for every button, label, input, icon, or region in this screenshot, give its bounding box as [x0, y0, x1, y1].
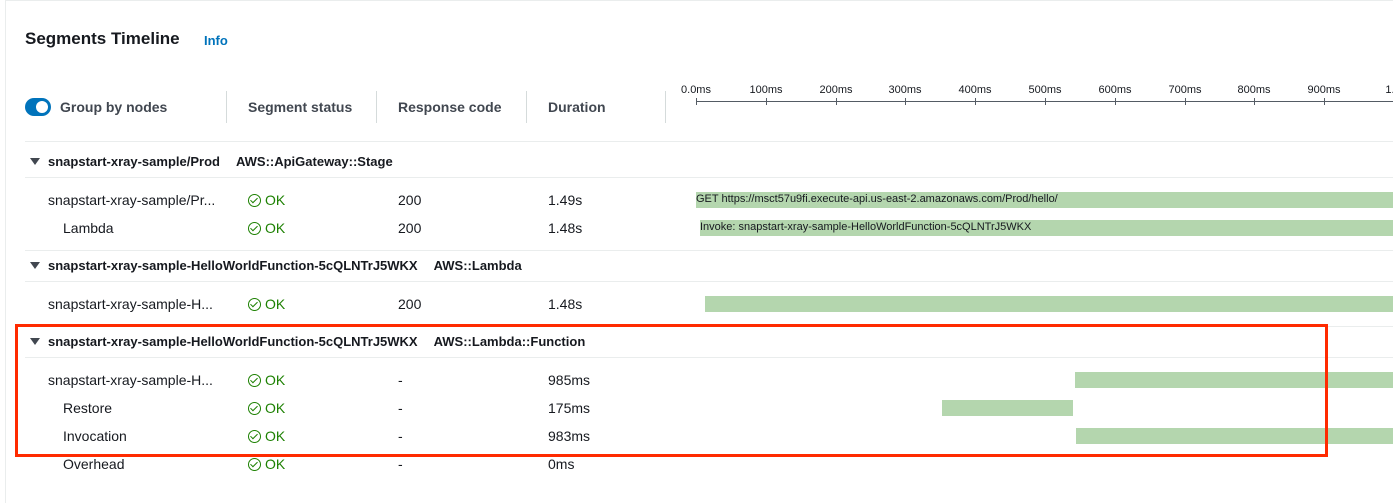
axis-tick	[836, 98, 837, 105]
axis-tick-label: 0.0ms	[681, 84, 711, 96]
segment-name[interactable]: Overhead	[63, 456, 124, 472]
status-text: OK	[265, 192, 286, 208]
axis-tick	[696, 98, 697, 105]
segment-status-header[interactable]: Segment status	[248, 99, 352, 115]
group-by-nodes-label: Group by nodes	[60, 99, 168, 115]
check-circle-icon	[248, 297, 261, 311]
timeline-bar[interactable]	[705, 296, 1393, 312]
toggle-knob	[36, 101, 48, 113]
axis-tick	[766, 98, 767, 105]
row-divider	[25, 281, 1393, 282]
segment-name[interactable]: snapstart-xray-sample/Pr...	[48, 192, 215, 208]
duration-header[interactable]: Duration	[548, 99, 606, 115]
group-type: AWS::Lambda	[433, 258, 522, 273]
axis-tick-label: 600ms	[1098, 84, 1132, 96]
column-divider	[226, 91, 227, 123]
axis-tick	[1045, 98, 1046, 105]
axis-tick	[1185, 98, 1186, 105]
group-header-api-gateway[interactable]: snapstart-xray-sample/Prod AWS::ApiGatewa…	[30, 154, 393, 169]
info-link[interactable]: Info	[204, 33, 228, 48]
check-circle-icon	[248, 457, 261, 471]
axis-tick-label: 700ms	[1168, 84, 1202, 96]
status-text: OK	[265, 220, 286, 236]
axis-tick-label: 400ms	[958, 84, 992, 96]
group-by-nodes-toggle[interactable]	[25, 98, 51, 116]
group-header-lambda[interactable]: snapstart-xray-sample-HelloWorldFunction…	[30, 258, 522, 273]
bar-label: Invoke: snapstart-xray-sample-HelloWorld…	[700, 221, 1032, 233]
column-divider	[376, 91, 377, 123]
caret-down-icon[interactable]	[30, 262, 40, 270]
axis-tick-label: 300ms	[888, 84, 922, 96]
caret-down-icon[interactable]	[30, 158, 40, 166]
highlight-box	[15, 324, 1328, 457]
column-divider	[526, 91, 527, 123]
bar-label: GET https://msct57u9fi.execute-api.us-ea…	[696, 193, 1058, 205]
duration: 1.49s	[548, 192, 583, 208]
axis-tick-label: 200ms	[819, 84, 853, 96]
axis-tick-label: 800ms	[1237, 84, 1271, 96]
axis-tick-label: 100ms	[749, 84, 783, 96]
row-divider	[25, 177, 1393, 178]
response-code: 200	[398, 220, 422, 236]
axis-tick	[1324, 98, 1325, 105]
status-text: OK	[265, 296, 286, 312]
status-ok: OK	[248, 220, 285, 236]
axis-tick-label: 500ms	[1028, 84, 1062, 96]
status-ok: OK	[248, 296, 285, 312]
axis-tick-label: 900ms	[1307, 84, 1341, 96]
status-ok: OK	[248, 192, 285, 208]
response-code: 200	[398, 296, 422, 312]
column-divider	[665, 91, 666, 123]
duration: 1.48s	[548, 220, 583, 236]
axis-tick	[975, 98, 976, 105]
axis-tick-label: 1.	[1385, 84, 1393, 96]
response-code-header[interactable]: Response code	[398, 99, 501, 115]
status-ok: OK	[248, 456, 285, 472]
group-name: snapstart-xray-sample-HelloWorldFunction…	[48, 258, 418, 273]
duration: 0ms	[548, 456, 575, 472]
timeline-bar[interactable]: Invoke: snapstart-xray-sample-HelloWorld…	[700, 220, 1393, 236]
check-circle-icon	[248, 221, 261, 235]
status-text: OK	[265, 456, 286, 472]
response-code: -	[398, 456, 403, 472]
row-divider	[25, 141, 1393, 142]
row-divider	[25, 250, 1393, 251]
axis-tick	[1115, 98, 1116, 105]
segment-name[interactable]: snapstart-xray-sample-H...	[48, 296, 213, 312]
duration: 1.48s	[548, 296, 583, 312]
segment-name[interactable]: Lambda	[63, 220, 114, 236]
panel-title: Segments Timeline	[25, 29, 180, 48]
axis-tick	[905, 98, 906, 105]
timeline-bar[interactable]: GET https://msct57u9fi.execute-api.us-ea…	[696, 192, 1393, 208]
axis-tick	[1254, 98, 1255, 105]
response-code: 200	[398, 192, 422, 208]
group-name: snapstart-xray-sample/Prod	[48, 154, 220, 169]
group-type: AWS::ApiGateway::Stage	[235, 154, 393, 169]
check-circle-icon	[248, 193, 261, 207]
